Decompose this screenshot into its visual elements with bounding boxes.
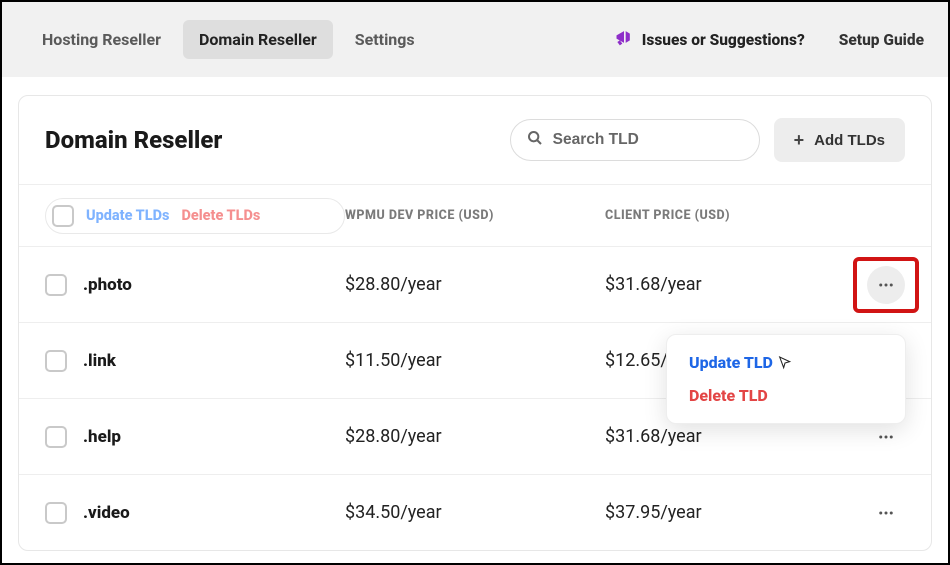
table-header-row: Update TLDs Delete TLDs WPMU DEV PRICE (… — [19, 184, 931, 246]
page-title: Domain Reseller — [45, 126, 222, 154]
issues-link[interactable]: Issues or Suggestions? — [614, 27, 805, 52]
row-more-button[interactable] — [867, 494, 905, 532]
row-checkbox[interactable] — [45, 350, 67, 372]
plus-icon: + — [794, 130, 805, 151]
search-field[interactable] — [510, 119, 760, 161]
tab-settings[interactable]: Settings — [339, 20, 431, 59]
tabs-group: Hosting Reseller Domain Reseller Setting… — [26, 20, 431, 59]
wpmu-price: $28.80/year — [345, 426, 605, 447]
setup-guide-link[interactable]: Setup Guide — [839, 31, 924, 49]
table-row: .video $34.50/year $37.95/year — [19, 474, 931, 550]
search-input[interactable] — [553, 131, 743, 149]
row-checkbox[interactable] — [45, 274, 67, 296]
wpmu-price: $28.80/year — [345, 274, 605, 295]
tld-name: .video — [83, 503, 130, 523]
top-navbar: Hosting Reseller Domain Reseller Setting… — [2, 2, 948, 77]
tld-name: .help — [83, 427, 121, 447]
tab-domain-reseller[interactable]: Domain Reseller — [183, 20, 333, 59]
column-wpmu-price: WPMU DEV PRICE (USD) — [345, 208, 605, 223]
client-price: $37.95/year — [605, 502, 835, 523]
tld-panel: Domain Reseller + Add TLDs Update TLDs D… — [18, 95, 932, 551]
row-checkbox[interactable] — [45, 426, 67, 448]
table-row: .photo $28.80/year $31.68/year — [19, 246, 931, 322]
issues-label: Issues or Suggestions? — [642, 31, 805, 49]
megaphone-icon — [614, 27, 634, 52]
dropdown-update-tld[interactable]: Update TLD — [689, 353, 883, 372]
tab-hosting-reseller[interactable]: Hosting Reseller — [26, 20, 177, 59]
wpmu-price: $11.50/year — [345, 350, 605, 371]
add-tlds-button[interactable]: + Add TLDs — [774, 118, 905, 162]
row-more-button[interactable] — [867, 266, 905, 304]
column-client-price: CLIENT PRICE (USD) — [605, 208, 835, 223]
bulk-delete-link[interactable]: Delete TLDs — [181, 207, 260, 224]
dropdown-update-label: Update TLD — [689, 353, 773, 372]
client-price: $31.68/year — [605, 274, 835, 295]
tld-name: .link — [83, 351, 116, 371]
row-actions-dropdown: Update TLD Delete TLD — [666, 334, 906, 424]
tld-name: .photo — [83, 275, 132, 295]
cursor-icon — [777, 355, 793, 371]
add-button-label: Add TLDs — [814, 132, 885, 149]
bulk-actions-pill: Update TLDs Delete TLDs — [45, 198, 345, 234]
row-checkbox[interactable] — [45, 502, 67, 524]
wpmu-price: $34.50/year — [345, 502, 605, 523]
panel-actions: + Add TLDs — [510, 118, 905, 162]
bulk-update-link[interactable]: Update TLDs — [86, 207, 169, 224]
topbar-right: Issues or Suggestions? Setup Guide — [614, 27, 924, 52]
client-price: $31.68/year — [605, 426, 835, 447]
dropdown-delete-tld[interactable]: Delete TLD — [689, 386, 883, 405]
search-icon — [527, 130, 543, 150]
select-all-checkbox[interactable] — [52, 205, 74, 227]
panel-header: Domain Reseller + Add TLDs — [19, 96, 931, 184]
